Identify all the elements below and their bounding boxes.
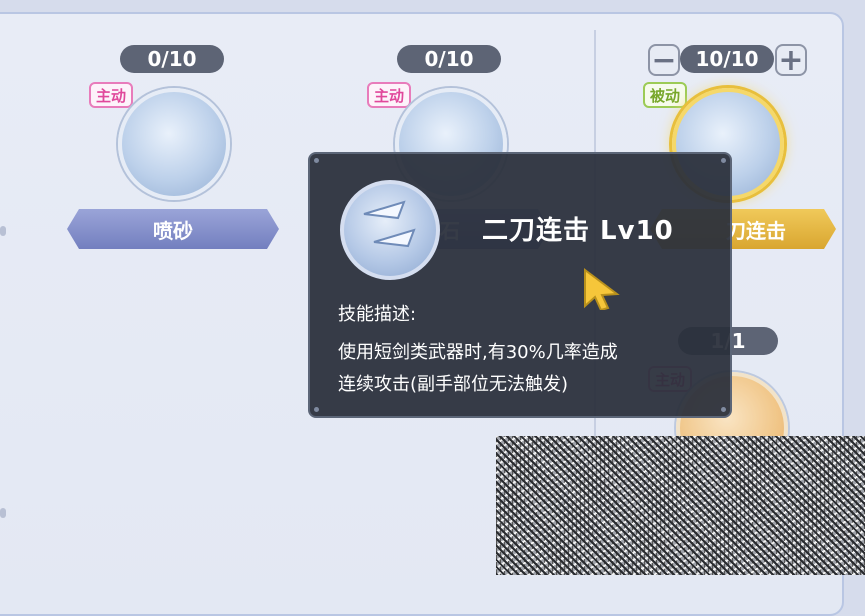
tooltip-corner [721, 407, 726, 412]
scroll-marker [0, 226, 6, 236]
skill-level-counter: 0/10 [120, 45, 224, 73]
noise-overlay [496, 436, 865, 575]
skill-tooltip: 二刀连击 Lv10 技能描述: 使用短剑类武器时,有30%几率造成 连续攻击(副… [308, 152, 732, 418]
skill-level-counter: 0/10 [397, 45, 501, 73]
tooltip-title: 二刀连击 Lv10 [482, 216, 674, 246]
cursor-arrow-icon [584, 268, 620, 310]
sand-blast-skill-icon[interactable] [118, 88, 230, 200]
active-skill-tag: 主动 [89, 82, 134, 108]
skill-name-banner[interactable]: 喷砂 [67, 209, 279, 249]
tooltip-corner [721, 158, 726, 163]
decrease-level-button[interactable]: − [648, 44, 680, 76]
tooltip-corner [314, 407, 319, 412]
active-skill-tag: 主动 [367, 82, 412, 108]
increase-level-button[interactable]: + [775, 44, 807, 76]
passive-skill-tag: 被动 [643, 82, 688, 108]
tooltip-description-heading: 技能描述: [338, 304, 417, 325]
skill-level-counter: 10/10 [680, 45, 774, 73]
blade-icon [363, 200, 416, 248]
tooltip-description-line: 使用短剑类武器时,有30%几率造成 [338, 342, 618, 363]
dual-blade-skill-icon [340, 180, 440, 280]
tooltip-corner [314, 158, 319, 163]
scroll-marker [0, 508, 6, 518]
tooltip-description-line: 连续攻击(副手部位无法触发) [338, 374, 569, 395]
